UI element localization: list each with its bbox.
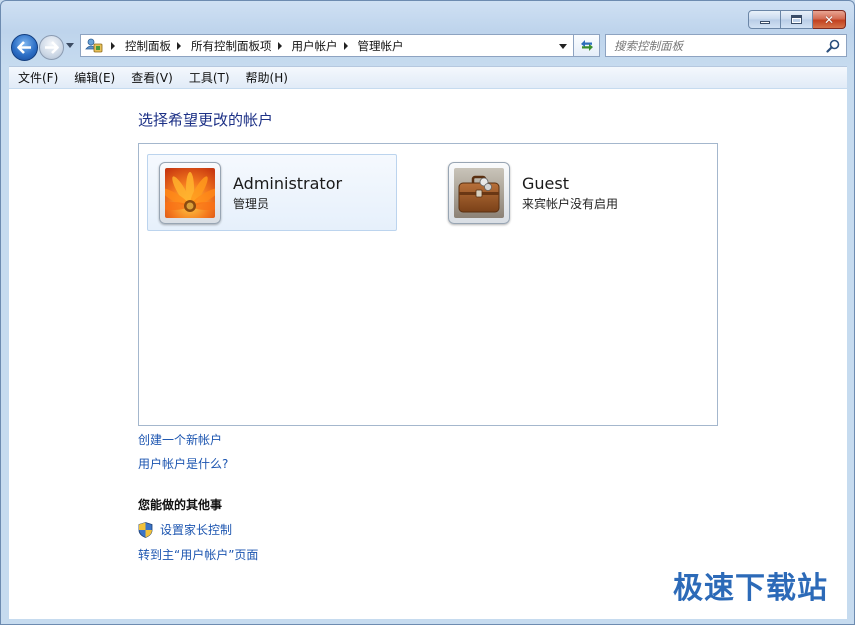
breadcrumb-separator[interactable]	[277, 41, 282, 50]
account-name: Guest	[522, 173, 569, 193]
account-info: Administrator 管理员	[233, 174, 342, 212]
breadcrumb-all-items[interactable]: 所有控制面板项	[191, 38, 272, 54]
refresh-button[interactable]	[574, 34, 600, 57]
caption-buttons: ✕	[748, 10, 846, 29]
close-button[interactable]: ✕	[813, 10, 846, 29]
watermark: 极速下载站	[673, 571, 828, 606]
close-icon: ✕	[823, 12, 835, 27]
arrow-right-icon	[45, 41, 59, 54]
breadcrumb-control-panel[interactable]: 控制面板	[125, 38, 171, 54]
content-pane: 选择希望更改的帐户 Administrator 管理员 Guest 来宾帐户没有…	[9, 89, 847, 619]
minimize-icon	[759, 21, 770, 24]
account-name: Administrator	[233, 173, 343, 193]
forward-button[interactable]	[39, 35, 64, 60]
parental-controls-row: 设置家长控制	[138, 521, 232, 538]
breadcrumb-manage-accounts[interactable]: 管理帐户	[358, 38, 404, 54]
menu-view[interactable]: 查看(V)	[122, 69, 180, 86]
menu-bar: 文件(F) 编辑(E) 查看(V) 工具(T) 帮助(H)	[9, 66, 847, 88]
account-tile-guest[interactable]: Guest 来宾帐户没有启用	[437, 154, 687, 231]
recent-pages-dropdown[interactable]	[66, 43, 74, 48]
address-bar[interactable]: 控制面板 所有控制面板项 用户帐户 管理帐户	[80, 34, 574, 57]
minimize-button[interactable]	[748, 10, 781, 29]
menu-edit[interactable]: 编辑(E)	[65, 69, 122, 86]
address-history-dropdown[interactable]	[559, 44, 567, 49]
maximize-button[interactable]	[781, 10, 813, 29]
arrow-left-icon	[17, 41, 31, 54]
search-box[interactable]	[605, 34, 847, 57]
refresh-icon	[580, 40, 593, 51]
account-role: 来宾帐户没有启用	[522, 196, 619, 211]
account-info: Guest 来宾帐户没有启用	[522, 174, 618, 212]
create-account-link[interactable]: 创建一个新帐户	[138, 431, 222, 448]
breadcrumb-separator[interactable]	[177, 41, 181, 50]
goto-user-accounts-link[interactable]: 转到主“用户帐户”页面	[138, 546, 258, 563]
back-button[interactable]	[11, 34, 38, 61]
breadcrumb-separator[interactable]	[343, 41, 348, 50]
breadcrumb-separator[interactable]	[111, 41, 115, 50]
window: ✕ 控制面板 所有控制面板项 用户帐户 管理帐户 搜索控制面板 文件(F) 编辑…	[0, 0, 855, 625]
account-role: 管理员	[233, 196, 270, 211]
uac-shield-icon	[138, 521, 153, 538]
parental-controls-link[interactable]: 设置家长控制	[160, 521, 232, 538]
menu-tools[interactable]: 工具(T)	[180, 69, 237, 86]
flower-avatar-icon	[165, 167, 215, 218]
menu-file[interactable]: 文件(F)	[9, 69, 65, 86]
briefcase-avatar-icon	[454, 167, 504, 218]
control-panel-icon	[83, 35, 105, 56]
breadcrumb-user-accounts[interactable]: 用户帐户	[292, 38, 338, 54]
page-title: 选择希望更改的帐户	[138, 111, 274, 129]
account-tile-administrator[interactable]: Administrator 管理员	[147, 154, 397, 231]
accounts-list: Administrator 管理员 Guest 来宾帐户没有启用	[138, 143, 718, 426]
avatar	[448, 161, 510, 224]
search-input[interactable]	[614, 38, 824, 53]
avatar	[159, 161, 221, 224]
search-icon[interactable]	[826, 39, 840, 53]
what-is-user-account-link[interactable]: 用户帐户是什么?	[138, 455, 228, 472]
maximize-icon	[791, 15, 802, 24]
menu-help[interactable]: 帮助(H)	[237, 69, 295, 86]
other-tasks-heading: 您能做的其他事	[138, 498, 223, 512]
